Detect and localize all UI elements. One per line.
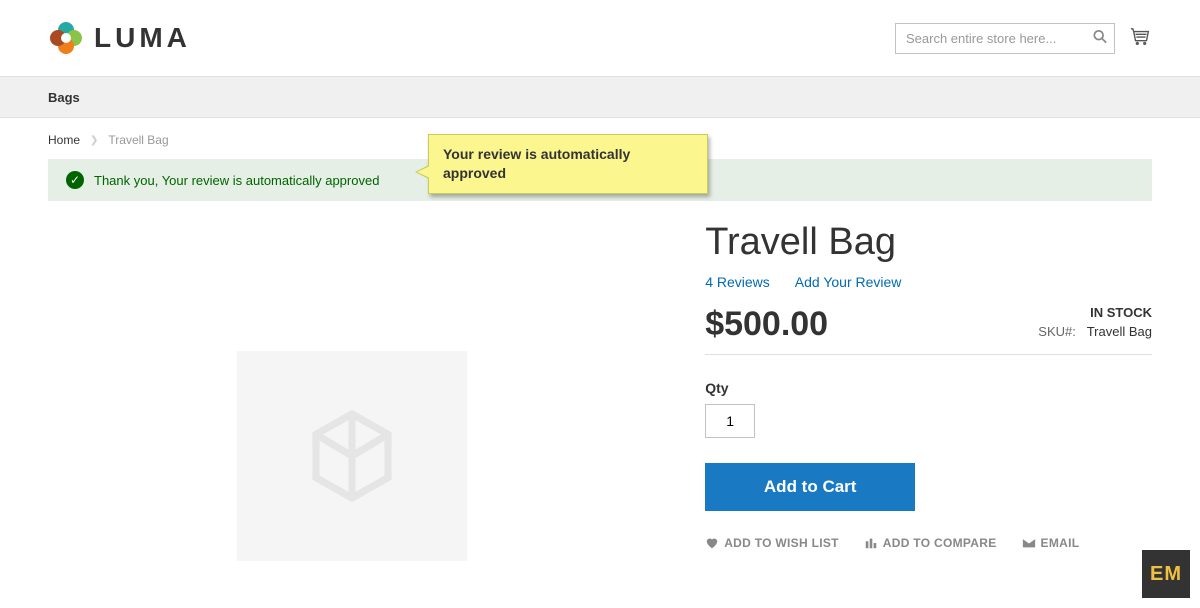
search-icon[interactable] <box>1093 30 1107 47</box>
cart-icon[interactable] <box>1130 26 1152 51</box>
check-circle-icon: ✓ <box>66 171 84 189</box>
sku-value: Travell Bag <box>1087 324 1152 339</box>
product-area: Travell Bag 4 Reviews Add Your Review $5… <box>48 221 1152 561</box>
header: LUMA <box>0 0 1200 76</box>
logo-icon <box>48 20 84 56</box>
add-review-link[interactable]: Add Your Review <box>795 274 902 290</box>
breadcrumb-current: Travell Bag <box>108 133 168 147</box>
logo[interactable]: LUMA <box>48 20 191 56</box>
nav-bar: Bags <box>0 76 1200 118</box>
success-text: Thank you, Your review is automatically … <box>94 173 379 188</box>
search-input[interactable] <box>895 23 1115 54</box>
add-to-wishlist-link[interactable]: ADD TO WISH LIST <box>705 536 839 550</box>
em-badge[interactable]: EM <box>1142 550 1190 598</box>
nav-item-bags[interactable]: Bags <box>48 90 80 105</box>
price-row: $500.00 IN STOCK SKU#: Travell Bag <box>705 305 1152 355</box>
email-link[interactable]: EMAIL <box>1022 536 1080 550</box>
breadcrumb-home[interactable]: Home <box>48 133 80 147</box>
qty-label: Qty <box>705 380 1152 396</box>
search-wrap <box>895 23 1115 54</box>
product-title: Travell Bag <box>705 221 1152 264</box>
product-price: $500.00 <box>705 305 828 344</box>
tooltip-callout: Your review is automatically approved <box>428 134 708 194</box>
sku-info: SKU#: Travell Bag <box>1038 324 1152 339</box>
wishlist-label: ADD TO WISH LIST <box>724 536 839 550</box>
logo-text: LUMA <box>94 22 191 54</box>
success-message: ✓ Thank you, Your review is automaticall… <box>48 159 1152 201</box>
product-image-column <box>48 221 655 561</box>
product-image-placeholder <box>237 351 467 561</box>
stock-info: IN STOCK SKU#: Travell Bag <box>1038 305 1152 339</box>
add-to-compare-link[interactable]: ADD TO COMPARE <box>864 536 997 550</box>
sku-label: SKU#: <box>1038 324 1076 339</box>
compare-label: ADD TO COMPARE <box>883 536 997 550</box>
stock-status: IN STOCK <box>1038 305 1152 320</box>
add-to-cart-button[interactable]: Add to Cart <box>705 463 915 511</box>
product-actions: ADD TO WISH LIST ADD TO COMPARE EMAIL <box>705 536 1152 550</box>
envelope-icon <box>1022 536 1036 550</box>
header-right <box>895 23 1152 54</box>
compare-icon <box>864 536 878 550</box>
chevron-right-icon: ❯ <box>90 135 98 146</box>
email-label: EMAIL <box>1041 536 1080 550</box>
qty-input[interactable] <box>705 404 755 438</box>
reviews-count-link[interactable]: 4 Reviews <box>705 274 770 290</box>
review-links: 4 Reviews Add Your Review <box>705 274 1152 290</box>
heart-icon <box>705 536 719 550</box>
main-content: Home ❯ Travell Bag ✓ Thank you, Your rev… <box>0 118 1200 601</box>
product-info-column: Travell Bag 4 Reviews Add Your Review $5… <box>705 221 1152 561</box>
